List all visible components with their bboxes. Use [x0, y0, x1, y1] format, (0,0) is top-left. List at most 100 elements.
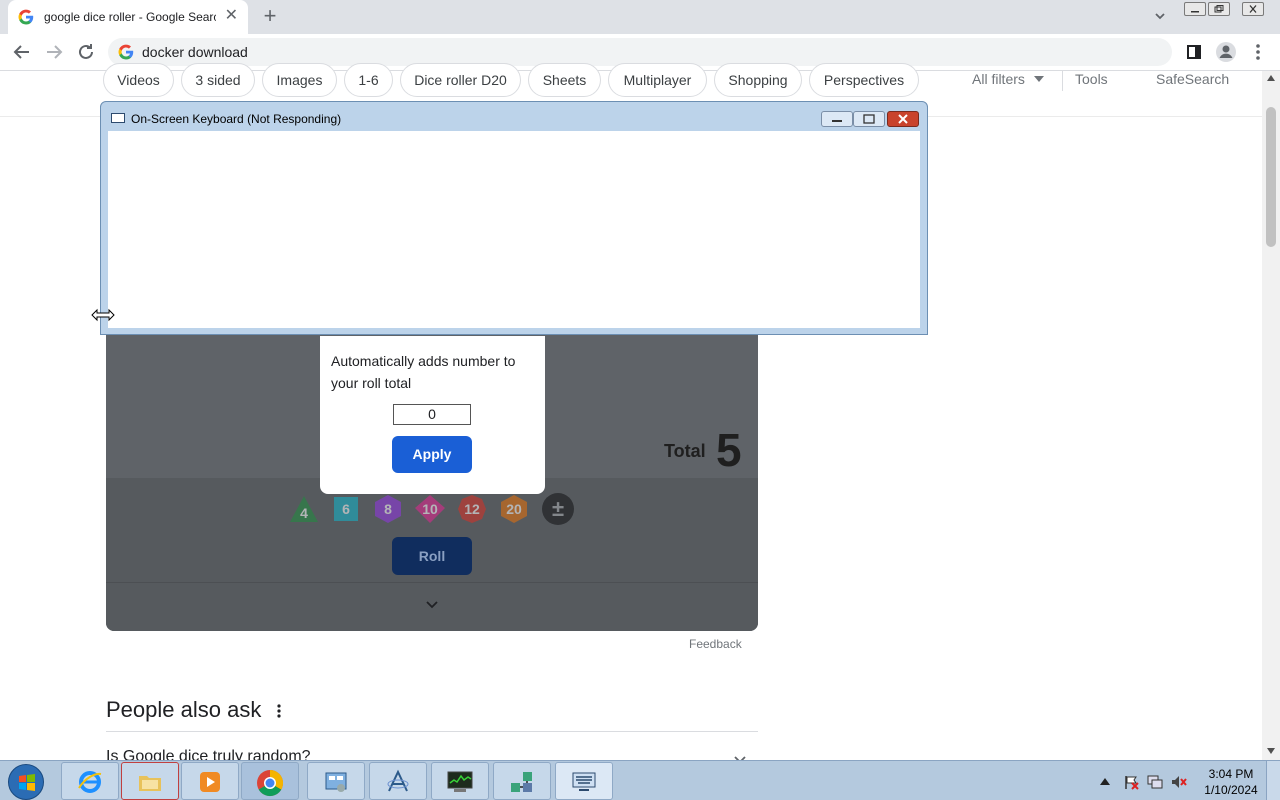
expand-chevron-icon[interactable] — [424, 597, 440, 613]
taskbar-file-explorer[interactable] — [121, 762, 179, 800]
chip-videos[interactable]: Videos — [103, 63, 174, 97]
safesearch-button[interactable]: SafeSearch — [1156, 71, 1229, 87]
control-panel-icon — [325, 772, 347, 792]
tab-strip: google dice roller - Google Search ✕ + — [0, 0, 1280, 34]
on-screen-keyboard-window[interactable]: On-Screen Keyboard (Not Responding) — [100, 101, 928, 335]
google-icon — [18, 9, 34, 25]
close-icon — [1249, 5, 1257, 13]
more-options-icon[interactable] — [272, 702, 286, 720]
side-panel-icon[interactable] — [1182, 40, 1206, 64]
die-d4-label: 4 — [300, 505, 308, 521]
task-manager-icon — [447, 771, 473, 792]
windows-logo-icon — [19, 774, 35, 791]
chrome-icon — [257, 769, 284, 797]
restore-icon — [1214, 5, 1224, 13]
media-player-icon — [200, 772, 220, 792]
reload-icon[interactable] — [74, 40, 98, 64]
taskbar-tool-a[interactable] — [369, 762, 427, 800]
feedback-link[interactable]: Feedback — [689, 637, 742, 651]
osk-content-area — [108, 131, 920, 328]
osk-title: On-Screen Keyboard (Not Responding) — [131, 112, 342, 126]
modifier-label: ± — [551, 496, 565, 521]
chip-perspectives[interactable]: Perspectives — [809, 63, 919, 97]
show-desktop-button[interactable] — [1266, 761, 1280, 800]
clock-date[interactable]: 1/10/2024 — [1200, 783, 1262, 797]
modifier-input[interactable]: 0 — [393, 404, 471, 425]
show-hidden-icons-icon[interactable] — [1100, 777, 1110, 785]
action-center-flag-icon[interactable] — [1123, 774, 1139, 790]
apply-button[interactable]: Apply — [392, 436, 472, 473]
filter-divider — [1062, 71, 1063, 91]
taskbar-task-manager[interactable] — [431, 762, 489, 800]
die-d4-button[interactable]: 4 — [288, 493, 320, 525]
card-divider — [106, 582, 758, 583]
drawing-tool-icon — [387, 769, 409, 792]
taskbar-on-screen-keyboard[interactable] — [555, 762, 613, 800]
taskbar-network-app[interactable] — [493, 762, 551, 800]
chip-multiplayer[interactable]: Multiplayer — [608, 63, 707, 97]
tools-button[interactable]: Tools — [1075, 71, 1108, 87]
roll-button[interactable]: Roll — [392, 537, 472, 575]
osk-minimize-button[interactable] — [821, 111, 853, 127]
forward-icon[interactable] — [42, 40, 66, 64]
network-status-icon[interactable] — [1147, 774, 1163, 790]
scroll-down-icon[interactable] — [1267, 748, 1275, 754]
maximize-icon — [863, 114, 875, 124]
tab-search-icon[interactable] — [1152, 8, 1168, 24]
back-icon[interactable] — [10, 40, 34, 64]
caret-down-icon — [1034, 76, 1044, 82]
minimize-window-button[interactable] — [1184, 2, 1206, 16]
taskbar-control-panel[interactable] — [307, 762, 365, 800]
folder-icon — [139, 776, 161, 791]
people-also-ask-heading: People also ask — [106, 697, 262, 722]
chip-dice-roller-d20[interactable]: Dice roller D20 — [400, 63, 521, 97]
profile-avatar-icon[interactable] — [1214, 40, 1238, 64]
minimize-icon — [1191, 11, 1199, 13]
chip-3-sided[interactable]: 3 sided — [181, 63, 255, 97]
volume-muted-icon[interactable] — [1171, 774, 1187, 790]
all-filters-button[interactable]: All filters — [972, 71, 1025, 87]
die-d20-button[interactable]: 20 — [498, 493, 530, 525]
osk-maximize-button[interactable] — [853, 111, 885, 127]
browser-tab[interactable]: google dice roller - Google Search ✕ — [8, 0, 248, 34]
die-d10-button[interactable]: 10 — [414, 493, 446, 525]
die-d8-button[interactable]: 8 — [372, 493, 404, 525]
chip-sheets[interactable]: Sheets — [528, 63, 601, 97]
tab-title: google dice roller - Google Search — [44, 10, 216, 24]
chip-images[interactable]: Images — [262, 63, 337, 97]
die-d12-button[interactable]: 12 — [456, 493, 488, 525]
address-bar[interactable]: docker download — [108, 38, 1172, 66]
die-d8-label: 8 — [384, 501, 392, 517]
network-icon — [511, 772, 532, 792]
die-d6-button[interactable]: 6 — [330, 493, 362, 525]
minimize-icon — [832, 120, 842, 122]
menu-dots-icon[interactable] — [1246, 40, 1270, 64]
page-scrollbar[interactable] — [1262, 71, 1280, 760]
taskbar-media-player[interactable] — [181, 762, 239, 800]
die-d6-label: 6 — [342, 501, 350, 517]
taskbar-internet-explorer[interactable] — [61, 762, 119, 800]
resize-cursor-icon — [91, 308, 115, 322]
total-value: 5 — [716, 424, 742, 476]
close-window-button[interactable] — [1242, 2, 1264, 16]
start-button[interactable] — [8, 764, 44, 800]
chip-shopping[interactable]: Shopping — [714, 63, 802, 97]
modifier-button[interactable]: ± — [542, 493, 574, 525]
section-divider — [106, 731, 758, 732]
scroll-thumb[interactable] — [1266, 107, 1276, 247]
modifier-popup: Automatically adds number to your roll t… — [320, 336, 545, 494]
keyboard-icon — [572, 772, 596, 791]
modifier-description: Automatically adds number to your roll t… — [331, 353, 516, 391]
clock-time[interactable]: 3:04 PM — [1207, 767, 1255, 781]
scroll-up-icon[interactable] — [1267, 75, 1275, 81]
close-icon — [898, 114, 908, 124]
taskbar-chrome[interactable] — [241, 762, 299, 800]
restore-window-button[interactable] — [1208, 2, 1230, 16]
new-tab-button[interactable]: + — [258, 4, 282, 28]
internet-explorer-icon — [78, 771, 102, 793]
keyboard-icon — [111, 113, 125, 123]
osk-close-button[interactable] — [887, 111, 919, 127]
tab-close-icon[interactable]: ✕ — [225, 8, 238, 24]
chip-1-6[interactable]: 1-6 — [344, 63, 393, 97]
address-text: docker download — [142, 44, 248, 60]
